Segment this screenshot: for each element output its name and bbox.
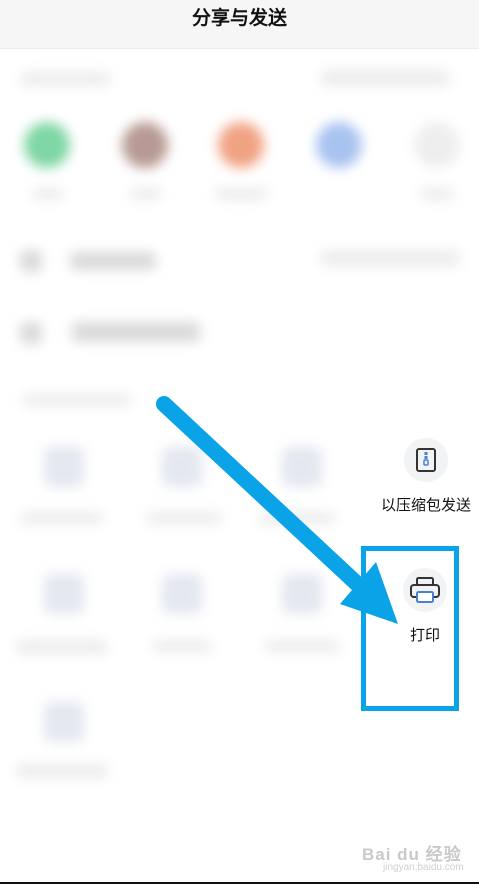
bottom-divider: [0, 882, 479, 884]
watermark-url: jingyan.baidu.com: [383, 862, 464, 873]
pointer-arrow-icon: [156, 396, 398, 624]
